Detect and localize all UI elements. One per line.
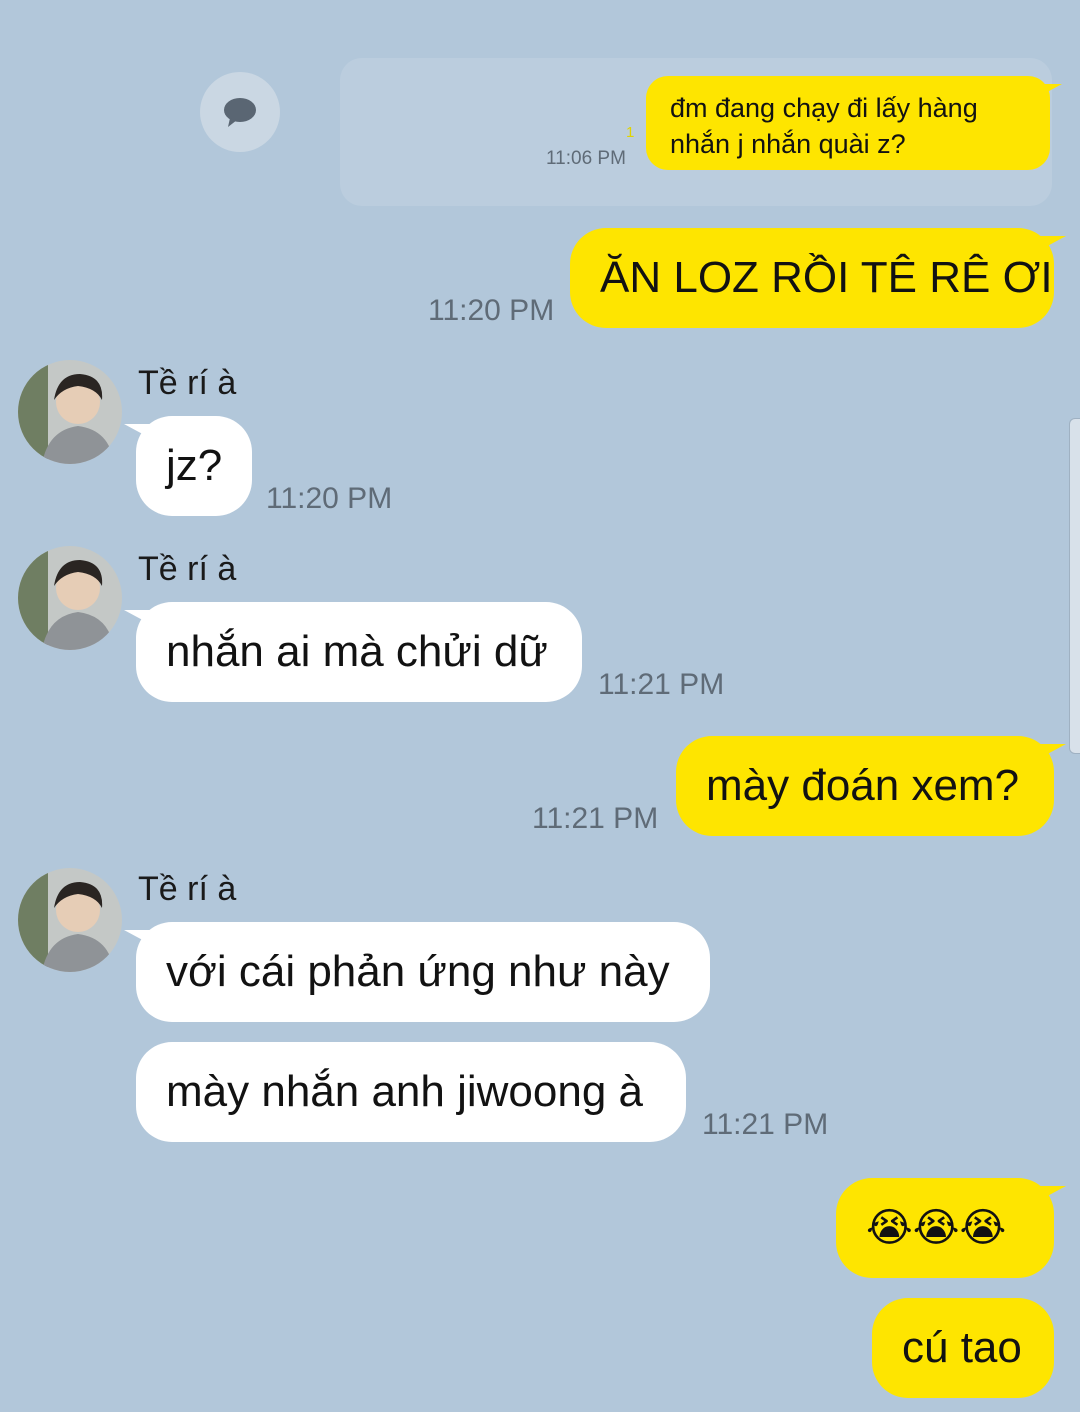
- message-text: mày nhắn anh jiwoong à: [166, 1067, 643, 1116]
- message-text: mày đoán xem?: [706, 761, 1020, 810]
- sender-name: Tề rí à: [138, 870, 237, 908]
- message-text: jz?: [166, 441, 223, 490]
- contact-avatar[interactable]: [18, 868, 122, 972]
- contact-avatar[interactable]: [18, 360, 122, 464]
- outgoing-message-bubble[interactable]: cú tao: [872, 1298, 1054, 1398]
- crying-face-emoji: 😭😭😭: [866, 1205, 1007, 1251]
- chat-screen: 1 11:06 PM đm đang chạy đi lấy hàng nhắn…: [0, 0, 1080, 1412]
- incoming-message-bubble[interactable]: nhắn ai mà chửi dữ: [124, 602, 582, 702]
- incoming-message-bubble[interactable]: với cái phản ứng như này: [124, 922, 710, 1022]
- unread-count: 1: [626, 124, 635, 141]
- contact-avatar[interactable]: [18, 546, 122, 650]
- outgoing-message-bubble[interactable]: mày đoán xem?: [676, 736, 1066, 836]
- outgoing-message-bubble[interactable]: ĂN LOZ RỒI TÊ RÊ ƠI: [570, 228, 1066, 328]
- message-text: ĂN LOZ RỒI TÊ RÊ ƠI: [600, 253, 1053, 302]
- speech-bubble-icon[interactable]: [200, 72, 280, 152]
- outgoing-emoji-bubble[interactable]: 😭😭😭: [836, 1178, 1066, 1278]
- message-time: 11:21 PM: [532, 802, 659, 835]
- message-time: 11:20 PM: [428, 294, 555, 327]
- message-text: với cái phản ứng như này: [166, 947, 670, 996]
- message-text: nhắn ai mà chửi dữ: [166, 627, 548, 676]
- sender-name: Tề rí à: [138, 364, 237, 402]
- quoted-message-bubble[interactable]: đm đang chạy đi lấy hàng nhắn j nhắn quà…: [646, 76, 1062, 170]
- incoming-message-bubble[interactable]: jz?: [124, 416, 252, 516]
- incoming-message-bubble[interactable]: mày nhắn anh jiwoong à: [136, 1042, 686, 1142]
- message-time: 11:20 PM: [266, 482, 393, 515]
- message-time: 11:06 PM: [546, 148, 626, 169]
- sender-name: Tề rí à: [138, 550, 237, 588]
- scrollbar-thumb[interactable]: [1069, 418, 1080, 754]
- message-time: 11:21 PM: [598, 668, 725, 701]
- quoted-message-text: đm đang chạy đi lấy hàng nhắn j nhắn quà…: [670, 93, 978, 159]
- message-time: 11:21 PM: [702, 1108, 829, 1141]
- message-text: cú tao: [902, 1323, 1022, 1372]
